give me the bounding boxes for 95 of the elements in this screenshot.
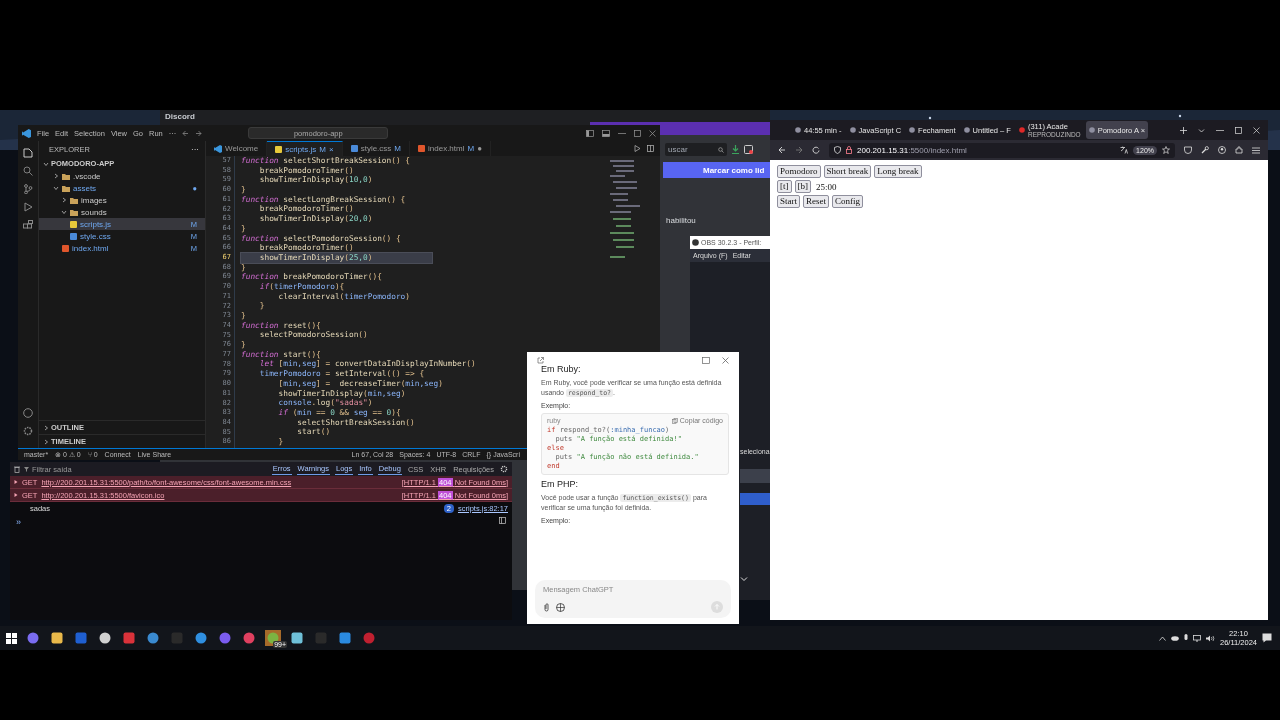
expand-icon[interactable] xyxy=(14,480,18,484)
new-tab-icon[interactable] xyxy=(1180,126,1187,134)
download-icon[interactable] xyxy=(731,145,740,154)
tree-item[interactable]: .vscode xyxy=(39,170,205,182)
chevron-down-icon[interactable] xyxy=(1198,126,1205,134)
favicon-icon xyxy=(1088,127,1095,133)
vscode-logo-icon xyxy=(214,144,222,153)
source-control-icon[interactable] xyxy=(23,184,33,194)
layout-icon[interactable] xyxy=(586,129,594,137)
copy-icon xyxy=(671,417,678,424)
app-logo-icon xyxy=(692,239,699,246)
editor-tab[interactable]: scripts.js M × xyxy=(267,141,343,156)
app-icon[interactable] xyxy=(267,632,279,644)
menu-icon[interactable] xyxy=(1252,146,1260,154)
folder-icon[interactable] xyxy=(51,632,63,644)
extensions-icon[interactable] xyxy=(1235,146,1243,154)
favicon-icon xyxy=(1018,127,1025,133)
pop-out-icon[interactable] xyxy=(537,357,544,364)
section-heading: Em Ruby: xyxy=(541,364,581,374)
forward-arrow-icon[interactable] xyxy=(795,146,803,154)
settings-icon[interactable] xyxy=(500,465,508,473)
app-icon[interactable] xyxy=(291,632,303,644)
prompt-text[interactable]: » xyxy=(16,517,21,527)
app-icon[interactable] xyxy=(147,632,159,644)
shield-icon xyxy=(834,146,841,154)
globe-icon[interactable] xyxy=(556,602,565,612)
app-icon[interactable] xyxy=(99,632,111,644)
session-button[interactable]: Long break xyxy=(874,165,922,178)
search-icon[interactable] xyxy=(23,166,33,176)
tree-item[interactable]: images xyxy=(39,194,205,206)
favicon-icon xyxy=(849,127,856,133)
filter-icon xyxy=(24,466,29,472)
control-button[interactable]: Config xyxy=(832,195,863,208)
app-icon[interactable] xyxy=(195,632,207,644)
reload-icon[interactable] xyxy=(812,146,820,154)
more-button[interactable]: ··· xyxy=(191,145,199,154)
notification-icon[interactable] xyxy=(1262,633,1272,643)
layout-icon[interactable] xyxy=(602,129,610,137)
wrench-icon[interactable] xyxy=(1201,146,1209,154)
run-icon[interactable] xyxy=(634,145,641,152)
maximize-icon[interactable] xyxy=(634,129,641,137)
run-debug-icon[interactable] xyxy=(23,202,33,212)
list-field[interactable] xyxy=(740,469,770,483)
star-icon[interactable] xyxy=(1162,146,1170,154)
mark-read-button[interactable]: Marcar como lid xyxy=(663,162,770,178)
trash-icon[interactable] xyxy=(14,465,20,473)
microphone-icon[interactable] xyxy=(1184,634,1188,642)
html-file-icon xyxy=(62,244,69,252)
tree-item[interactable]: sounds xyxy=(39,206,205,218)
section-heading: Em PHP: xyxy=(541,479,578,489)
lock-icon xyxy=(846,146,852,154)
css-file-icon xyxy=(350,145,358,152)
split-icon[interactable] xyxy=(499,517,506,524)
vscode-logo-icon[interactable] xyxy=(339,632,351,644)
favicon-icon xyxy=(795,127,801,133)
timer-display: 25:00 xyxy=(816,181,837,192)
settings-icon[interactable] xyxy=(23,426,33,436)
translate-icon[interactable] xyxy=(1120,146,1129,154)
css-file-icon xyxy=(70,232,77,240)
close-icon[interactable] xyxy=(649,129,656,137)
session-button[interactable]: Short break xyxy=(823,165,872,178)
speaker-icon[interactable] xyxy=(1206,634,1215,642)
chevron-up-icon[interactable] xyxy=(1159,635,1166,641)
session-button[interactable]: Pomodoro xyxy=(777,165,821,178)
control-button[interactable]: Reset xyxy=(803,195,829,208)
favicon-icon xyxy=(963,127,970,133)
close-icon[interactable] xyxy=(722,357,729,364)
shield-icon[interactable] xyxy=(123,632,135,644)
control-button[interactable]: Start xyxy=(777,195,800,208)
message-text: habilitou xyxy=(665,216,697,225)
expand-icon[interactable] xyxy=(14,493,18,497)
toggle-button[interactable]: [t] xyxy=(777,180,792,193)
cloud-icon[interactable] xyxy=(1171,635,1179,641)
files-icon[interactable] xyxy=(23,147,33,158)
toggle-button[interactable]: [b] xyxy=(794,180,811,193)
network-icon[interactable] xyxy=(1193,634,1201,642)
account-icon[interactable] xyxy=(23,408,33,418)
favicon-icon xyxy=(909,127,916,133)
start-icon[interactable] xyxy=(6,632,17,644)
js-file-icon xyxy=(275,145,283,153)
inbox-icon[interactable] xyxy=(744,145,753,154)
split-editor-icon[interactable] xyxy=(647,145,654,152)
shield-icon[interactable] xyxy=(75,632,87,644)
vscode-logo-icon xyxy=(22,128,31,138)
extensions-icon[interactable] xyxy=(23,220,33,230)
html-file-icon xyxy=(418,145,425,152)
js-file-icon xyxy=(70,220,77,228)
chevron-down-icon[interactable] xyxy=(740,575,748,583)
pocket-icon[interactable] xyxy=(1184,146,1192,154)
search-icon xyxy=(718,146,724,153)
attach-icon[interactable] xyxy=(543,602,550,612)
search-field[interactable]: uscar xyxy=(665,143,727,156)
forward-arrow-icon[interactable] xyxy=(195,129,203,137)
window-title: Discord xyxy=(165,111,195,121)
window-icon[interactable] xyxy=(702,357,710,364)
